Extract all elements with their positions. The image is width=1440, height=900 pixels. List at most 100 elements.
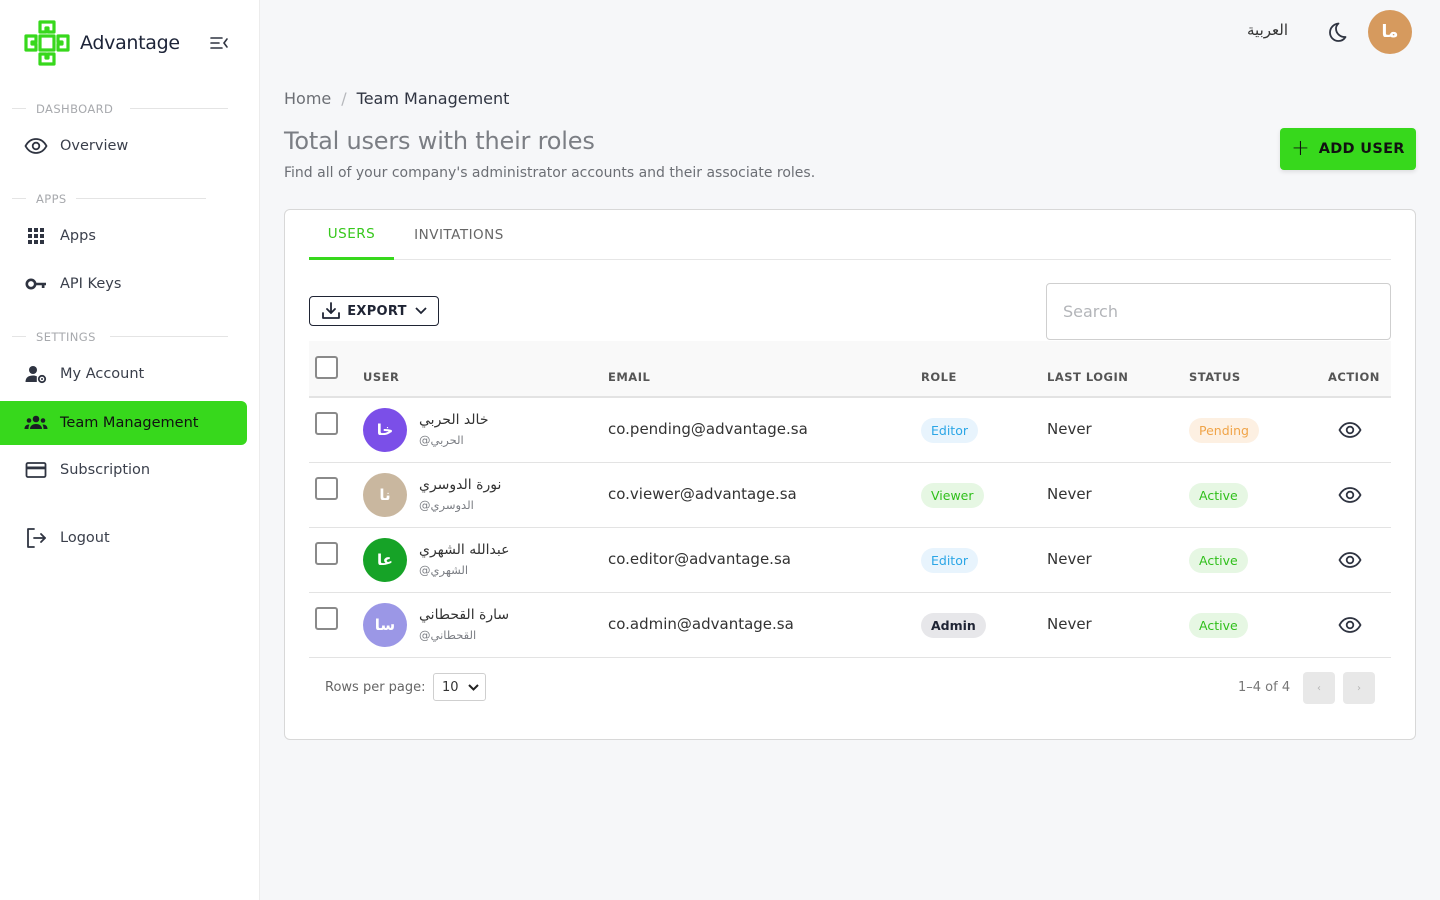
section-label-dashboard: DASHBOARD	[36, 102, 114, 116]
sidebar-item-overview[interactable]: Overview	[0, 124, 247, 168]
user-handle: @الدوسري	[419, 498, 474, 512]
user-name: عبدالله الشهري	[419, 542, 510, 558]
sidebar: Advantage DASHBOARD Overview APPS Apps A…	[0, 0, 260, 900]
collapse-menu-icon[interactable]	[208, 33, 230, 53]
breadcrumb-separator: /	[341, 89, 347, 108]
view-eye-icon[interactable]	[1338, 418, 1362, 442]
section-divider	[12, 198, 26, 199]
avatar: سا	[363, 603, 407, 647]
user-email: co.pending@advantage.sa	[608, 420, 808, 438]
row-checkbox[interactable]	[315, 542, 338, 565]
previous-page-button[interactable]: ‹	[1303, 672, 1335, 704]
user-email: co.viewer@advantage.sa	[608, 485, 797, 503]
avatar: عا	[363, 538, 407, 582]
tab-invitations[interactable]: INVITATIONS	[404, 210, 514, 260]
column-header-user[interactable]: USER	[363, 370, 399, 384]
sidebar-item-apps[interactable]: Apps	[0, 214, 247, 258]
download-icon	[322, 302, 341, 319]
chevron-down-icon	[468, 684, 479, 691]
credit-card-icon	[24, 458, 48, 482]
user-name: خالد الحربي	[419, 412, 489, 428]
avatar: خا	[363, 408, 407, 452]
row-checkbox[interactable]	[315, 412, 338, 435]
user-avatar[interactable]: ما	[1368, 10, 1412, 54]
last-login: Never	[1047, 615, 1092, 633]
table-row[interactable]: خا خالد الحربي @الحربي co.pending@advant…	[309, 398, 1391, 463]
breadcrumb-home-link[interactable]: Home	[284, 89, 331, 108]
sidebar-item-subscription[interactable]: Subscription	[0, 448, 247, 492]
apps-grid-icon	[24, 224, 48, 248]
user-name: سارة القحطاني	[419, 607, 510, 623]
search-input[interactable]	[1046, 283, 1391, 340]
tab-bar: USERS INVITATIONS	[309, 210, 1391, 260]
rows-per-page-label: Rows per page:	[325, 680, 426, 695]
brand-name: Advantage	[80, 32, 180, 54]
brand[interactable]: Advantage	[23, 19, 180, 67]
user-email: co.editor@advantage.sa	[608, 550, 791, 568]
table-row[interactable]: نا نورة الدوسري @الدوسري co.viewer@advan…	[309, 463, 1391, 528]
pagination-range: 1–4 of 4	[1238, 680, 1291, 695]
row-checkbox[interactable]	[315, 477, 338, 500]
sidebar-item-my-account[interactable]: My Account	[0, 352, 247, 396]
last-login: Never	[1047, 550, 1092, 568]
last-login: Never	[1047, 485, 1092, 503]
sidebar-item-label: Overview	[60, 138, 129, 154]
dark-mode-moon-icon[interactable]	[1323, 19, 1349, 45]
column-header-last-login[interactable]: LAST LOGIN	[1047, 370, 1128, 384]
section-label-settings: SETTINGS	[36, 330, 96, 344]
status-badge: Active	[1189, 483, 1248, 508]
section-divider	[130, 108, 228, 109]
role-badge: Editor	[921, 418, 978, 443]
sidebar-item-logout[interactable]: Logout	[0, 516, 247, 560]
status-badge: Pending	[1189, 418, 1259, 443]
page-subtitle: Find all of your company's administrator…	[284, 165, 816, 181]
language-switch-link[interactable]: العربية	[1247, 21, 1288, 39]
pagination: Rows per page: 10 1–4 of 4 ‹ ›	[309, 658, 1391, 718]
column-header-role[interactable]: ROLE	[921, 370, 957, 384]
add-user-button[interactable]: + ADD USER	[1280, 128, 1416, 170]
avatar: نا	[363, 473, 407, 517]
view-eye-icon[interactable]	[1338, 483, 1362, 507]
status-badge: Active	[1189, 613, 1248, 638]
users-card: USERS INVITATIONS EXPORT USER EMAIL ROLE…	[284, 209, 1416, 740]
add-user-label: ADD USER	[1318, 141, 1405, 157]
tab-users[interactable]: USERS	[309, 210, 394, 260]
breadcrumb-current: Team Management	[356, 89, 510, 108]
user-handle: @الحربي	[419, 433, 464, 447]
view-eye-icon[interactable]	[1338, 548, 1362, 572]
user-settings-icon	[24, 362, 48, 386]
last-login: Never	[1047, 420, 1092, 438]
row-checkbox[interactable]	[315, 607, 338, 630]
export-button[interactable]: EXPORT	[309, 296, 439, 326]
table-row[interactable]: عا عبدالله الشهري @الشهري co.editor@adva…	[309, 528, 1391, 593]
logout-icon	[24, 526, 48, 550]
sidebar-item-api-keys[interactable]: API Keys	[0, 262, 247, 306]
view-eye-icon[interactable]	[1338, 613, 1362, 637]
user-handle: @القحطاني	[419, 628, 477, 642]
key-icon	[24, 272, 48, 296]
plus-icon: +	[1291, 136, 1310, 161]
section-divider	[12, 108, 26, 109]
column-header-email[interactable]: EMAIL	[608, 370, 650, 384]
sidebar-item-label: My Account	[60, 366, 145, 382]
column-header-status[interactable]: STATUS	[1189, 370, 1241, 384]
select-all-checkbox[interactable]	[315, 356, 338, 379]
rows-per-page-select[interactable]: 10	[433, 673, 486, 701]
role-badge: Editor	[921, 548, 978, 573]
section-divider	[110, 336, 228, 337]
section-label-apps: APPS	[36, 192, 67, 206]
status-badge: Active	[1189, 548, 1248, 573]
chevron-down-icon	[415, 307, 427, 315]
section-divider	[12, 336, 26, 337]
export-label: EXPORT	[347, 303, 407, 319]
page-title: Total users with their roles	[284, 127, 595, 155]
team-icon	[24, 411, 48, 435]
sidebar-item-label: Apps	[60, 228, 96, 244]
rows-per-page-value: 10	[442, 679, 459, 695]
brand-logo-icon	[24, 20, 70, 66]
table-row[interactable]: سا سارة القحطاني @القحطاني co.admin@adva…	[309, 593, 1391, 658]
sidebar-item-team-management[interactable]: Team Management	[0, 401, 247, 445]
user-handle: @الشهري	[419, 563, 469, 577]
role-badge: Admin	[921, 613, 986, 638]
next-page-button[interactable]: ›	[1343, 672, 1375, 704]
